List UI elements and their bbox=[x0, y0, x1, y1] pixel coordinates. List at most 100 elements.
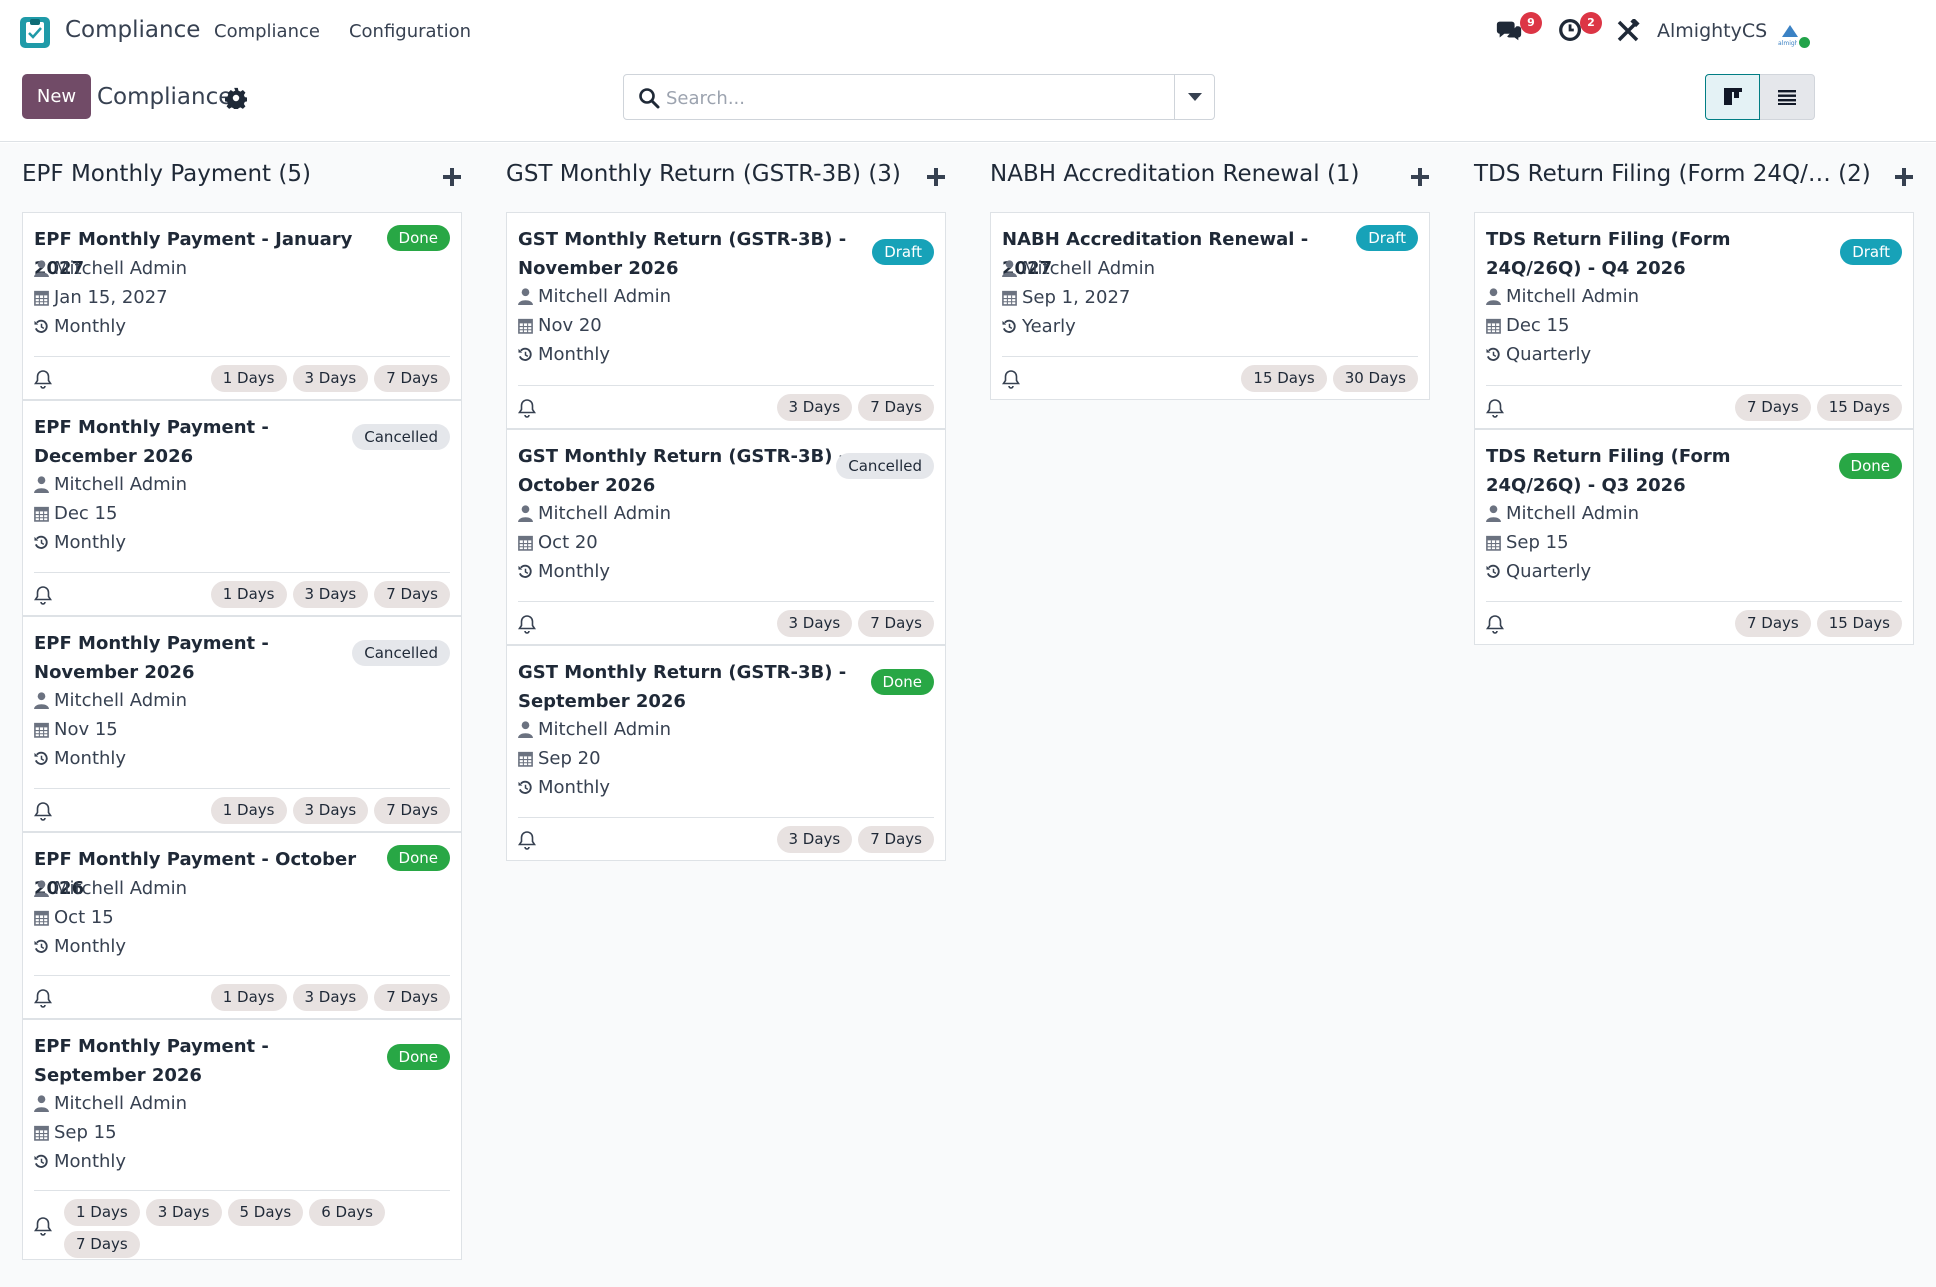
card-recurrence: Quarterly bbox=[1486, 344, 1591, 365]
card-title: GST Monthly Return (GSTR-3B) - September… bbox=[518, 662, 847, 712]
card-recurrence: Monthly bbox=[34, 1151, 126, 1172]
list-view-button[interactable] bbox=[1760, 74, 1815, 120]
kanban-card[interactable]: GST Monthly Return (GSTR-3B) - October 2… bbox=[506, 429, 946, 645]
page-title: Compliance bbox=[97, 84, 233, 110]
kanban-card[interactable]: EPF Monthly Payment - October 2026 Done … bbox=[22, 832, 462, 1019]
compliance-app-icon[interactable] bbox=[20, 15, 50, 48]
status-badge: Done bbox=[386, 845, 450, 871]
list-icon bbox=[1778, 90, 1796, 105]
calendar-icon bbox=[518, 318, 533, 334]
bell-icon[interactable] bbox=[34, 1216, 52, 1236]
calendar-icon bbox=[34, 722, 49, 738]
kanban-card[interactable]: TDS Return Filing (Form 24Q/26Q) - Q4 20… bbox=[1474, 212, 1914, 429]
user-icon bbox=[1486, 505, 1501, 522]
reminder-tag: 7 Days bbox=[374, 365, 450, 392]
reminder-tag: 5 Days bbox=[227, 1199, 304, 1226]
bell-icon[interactable] bbox=[1486, 614, 1504, 634]
card-recurrence: Monthly bbox=[34, 748, 126, 769]
reminder-tag: 3 Days bbox=[292, 984, 369, 1011]
reminder-tags: 1 Days 3 Days 5 Days 6 Days 7 Days bbox=[64, 1199, 404, 1258]
history-icon bbox=[1486, 564, 1500, 578]
kanban-card[interactable]: EPF Monthly Payment - January 2027 Done … bbox=[22, 212, 462, 400]
column-quick-add-button[interactable] bbox=[926, 167, 946, 187]
bell-icon[interactable] bbox=[34, 369, 52, 389]
card-user: Mitchell Admin bbox=[34, 690, 187, 711]
card-deadline: Jan 15, 2027 bbox=[34, 287, 168, 308]
status-badge: Done bbox=[386, 225, 450, 251]
bell-icon[interactable] bbox=[1486, 398, 1504, 418]
user-icon bbox=[518, 721, 533, 738]
kanban-card[interactable]: TDS Return Filing (Form 24Q/26Q) - Q3 20… bbox=[1474, 429, 1914, 645]
card-deadline: Nov 20 bbox=[518, 315, 602, 336]
bell-icon[interactable] bbox=[518, 614, 536, 634]
card-recurrence: Monthly bbox=[518, 777, 610, 798]
reminder-tag: 7 Days bbox=[1734, 610, 1811, 637]
reminder-tags: 3 Days 7 Days bbox=[776, 610, 934, 637]
gear-icon[interactable] bbox=[225, 87, 247, 109]
kanban-view-button[interactable] bbox=[1705, 74, 1760, 120]
user-icon bbox=[518, 505, 533, 522]
column-quick-add-button[interactable] bbox=[1410, 167, 1430, 187]
column-title[interactable]: NABH Accreditation Renewal (1) bbox=[990, 161, 1360, 187]
search-options-toggle[interactable] bbox=[1174, 75, 1214, 119]
main-menu: Compliance Configuration bbox=[214, 21, 471, 42]
bell-icon[interactable] bbox=[34, 585, 52, 605]
reminder-tag: 7 Days bbox=[374, 984, 450, 1011]
bell-icon[interactable] bbox=[518, 398, 536, 418]
card-user: Mitchell Admin bbox=[518, 286, 671, 307]
bell-icon[interactable] bbox=[34, 988, 52, 1008]
kanban-card[interactable]: EPF Monthly Payment - September 2026 Don… bbox=[22, 1019, 462, 1260]
card-user: Mitchell Admin bbox=[34, 878, 187, 899]
new-button[interactable]: New bbox=[22, 74, 91, 119]
reminder-tags: 15 Days 30 Days bbox=[1241, 365, 1418, 392]
reminder-tags: 1 Days 3 Days 7 Days bbox=[210, 581, 450, 608]
chat-bubbles-icon bbox=[1496, 21, 1522, 41]
history-icon bbox=[34, 751, 48, 765]
menu-configuration[interactable]: Configuration bbox=[349, 21, 471, 42]
card-footer: 1 Days 3 Days 7 Days bbox=[34, 975, 450, 1019]
status-badge: Done bbox=[1838, 453, 1902, 479]
card-deadline: Nov 15 bbox=[34, 719, 118, 740]
reminder-tag: 3 Days bbox=[292, 797, 369, 824]
card-footer: 1 Days 3 Days 7 Days bbox=[34, 356, 450, 400]
search-input[interactable] bbox=[666, 83, 1146, 113]
kanban-card[interactable]: GST Monthly Return (GSTR-3B) - September… bbox=[506, 645, 946, 861]
card-user: Mitchell Admin bbox=[34, 474, 187, 495]
card-deadline: Sep 15 bbox=[34, 1122, 117, 1143]
column-header: NABH Accreditation Renewal (1) bbox=[990, 161, 1430, 195]
kanban-card[interactable]: EPF Monthly Payment - November 2026 Canc… bbox=[22, 616, 462, 832]
column-quick-add-button[interactable] bbox=[1894, 167, 1914, 187]
card-user: Mitchell Admin bbox=[518, 719, 671, 740]
card-footer: 7 Days 15 Days bbox=[1486, 385, 1902, 429]
kanban-card[interactable]: GST Monthly Return (GSTR-3B) - November … bbox=[506, 212, 946, 429]
reminder-tag: 7 Days bbox=[374, 797, 450, 824]
bell-icon[interactable] bbox=[34, 801, 52, 821]
activities-button[interactable]: 2 bbox=[1557, 12, 1602, 46]
debug-tools-icon[interactable] bbox=[1616, 19, 1640, 43]
bell-icon[interactable] bbox=[1002, 369, 1020, 389]
history-icon bbox=[34, 535, 48, 549]
company-switcher[interactable]: AlmightyCS bbox=[1657, 20, 1767, 42]
card-user: Mitchell Admin bbox=[34, 258, 187, 279]
messages-count-badge: 9 bbox=[1520, 12, 1542, 34]
app-name[interactable]: Compliance bbox=[65, 17, 200, 43]
column-title[interactable]: TDS Return Filing (Form 24Q/… (2) bbox=[1474, 161, 1871, 187]
reminder-tag: 3 Days bbox=[776, 610, 853, 637]
status-badge: Cancelled bbox=[836, 453, 934, 479]
kanban-card[interactable]: NABH Accreditation Renewal - 2027 Draft … bbox=[990, 212, 1430, 400]
reminder-tags: 7 Days 15 Days bbox=[1734, 394, 1902, 421]
calendar-icon bbox=[34, 290, 49, 306]
column-title[interactable]: GST Monthly Return (GSTR-3B) (3) bbox=[506, 161, 901, 187]
status-badge: Done bbox=[386, 1044, 450, 1070]
bell-icon[interactable] bbox=[518, 830, 536, 850]
kanban-card[interactable]: EPF Monthly Payment - December 2026 Canc… bbox=[22, 400, 462, 616]
messages-button[interactable]: 9 bbox=[1495, 12, 1542, 46]
card-footer: 1 Days 3 Days 7 Days bbox=[34, 788, 450, 832]
column-title[interactable]: EPF Monthly Payment (5) bbox=[22, 161, 311, 187]
user-icon bbox=[34, 692, 49, 709]
view-switcher bbox=[1705, 74, 1815, 120]
reminder-tag: 15 Days bbox=[1241, 365, 1327, 392]
menu-compliance[interactable]: Compliance bbox=[214, 21, 320, 42]
card-user: Mitchell Admin bbox=[1486, 286, 1639, 307]
column-quick-add-button[interactable] bbox=[442, 167, 462, 187]
